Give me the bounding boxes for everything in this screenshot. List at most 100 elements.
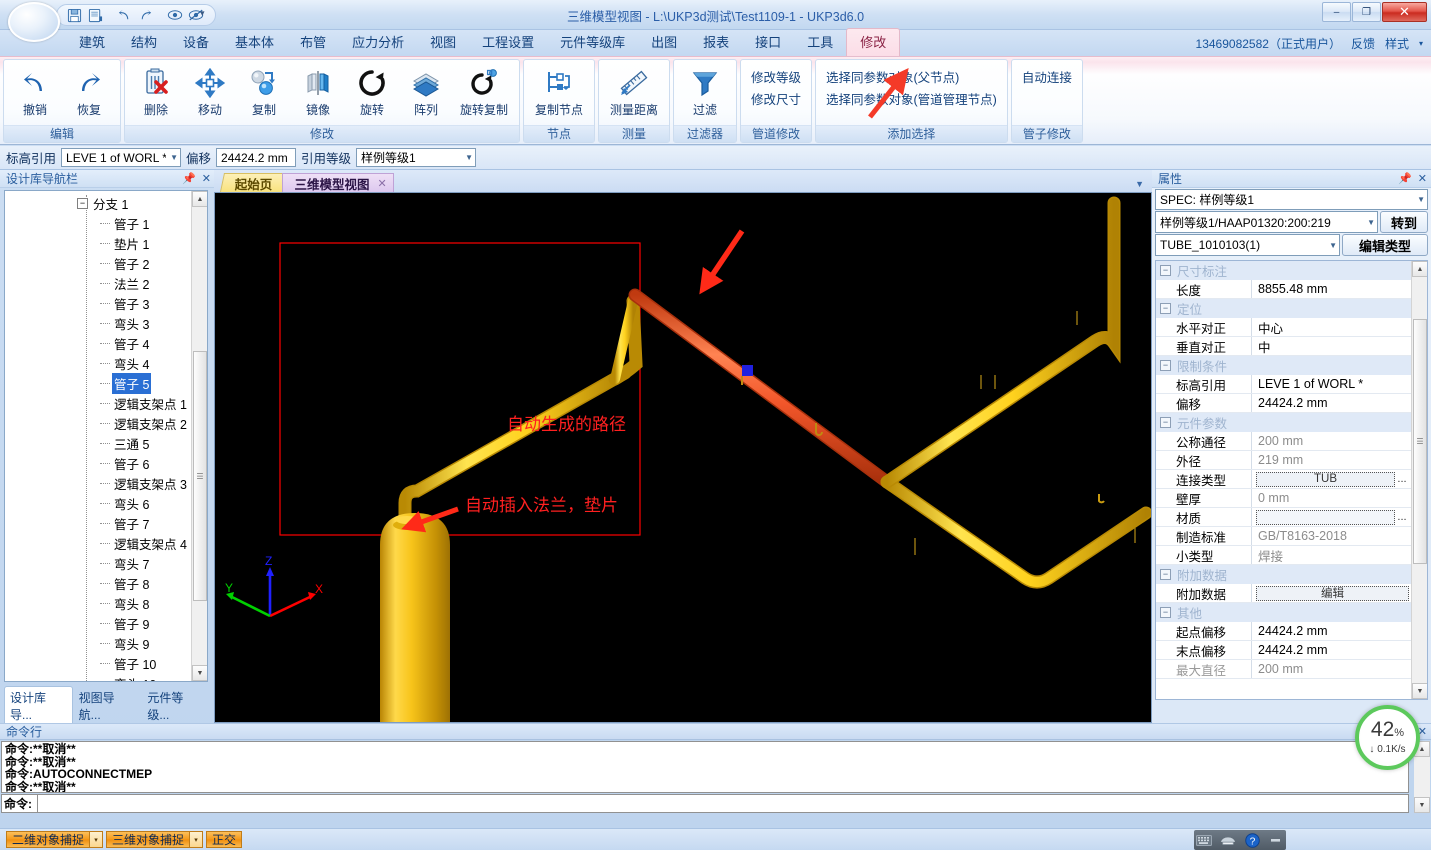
chevron-down-icon[interactable]: ▾ bbox=[190, 831, 204, 848]
scroll-down-arrow-icon[interactable]: ▼ bbox=[1412, 683, 1427, 699]
scroll-thumb[interactable]: ☰ bbox=[1413, 319, 1427, 564]
help-icon[interactable]: ? bbox=[1244, 832, 1260, 848]
tree-node-item[interactable]: 弯头 8 bbox=[5, 593, 193, 613]
ribbon-command-选择同参数对象(父节点)[interactable]: 选择同参数对象(父节点) bbox=[826, 67, 997, 86]
scroll-down-arrow-icon[interactable]: ▼ bbox=[1414, 797, 1430, 813]
edit-type-button[interactable]: 编辑类型 bbox=[1342, 234, 1428, 256]
menu-tab-13[interactable]: 修改 bbox=[846, 28, 901, 56]
property-group-附加数据[interactable]: − 附加数据 bbox=[1156, 565, 1411, 584]
group-expander-icon[interactable]: − bbox=[1160, 303, 1171, 314]
tree-node-item[interactable]: 逻辑支架点 4 bbox=[5, 533, 193, 553]
menu-tab-9[interactable]: 出图 bbox=[638, 28, 690, 56]
property-value[interactable]: 200 mm bbox=[1252, 660, 1411, 678]
tree-node-item[interactable]: 弯头 3 bbox=[5, 313, 193, 333]
ribbon-button-恢复[interactable]: 恢复 bbox=[62, 63, 116, 118]
qat-customize-caret[interactable]: ▾ bbox=[200, 8, 205, 19]
chevron-down-icon[interactable]: ▼ bbox=[1135, 179, 1144, 189]
tree-node-item[interactable]: 法兰 2 bbox=[5, 273, 193, 293]
menu-tab-4[interactable]: 布管 bbox=[287, 28, 339, 56]
save-as-icon[interactable] bbox=[86, 6, 105, 25]
level-ref-combo[interactable]: LEVE 1 of WORL * ▼ bbox=[61, 148, 182, 167]
save-icon[interactable] bbox=[65, 6, 84, 25]
property-value[interactable]: 0 mm bbox=[1252, 489, 1411, 507]
property-value[interactable]: GB/T8163-2018 bbox=[1252, 527, 1411, 545]
left-panel-tab-2[interactable]: 元件等级... bbox=[141, 686, 210, 726]
property-value[interactable]: 219 mm bbox=[1252, 451, 1411, 469]
property-value[interactable]: 24424.2 mm bbox=[1252, 622, 1411, 640]
minimize-tray-icon[interactable] bbox=[1268, 833, 1284, 847]
app-menu-orb-button[interactable] bbox=[8, 2, 60, 42]
property-value[interactable]: 24424.2 mm bbox=[1252, 394, 1411, 412]
status-toggle-三维对象捕捉[interactable]: 三维对象捕捉 bbox=[106, 831, 191, 848]
menu-tab-7[interactable]: 工程设置 bbox=[469, 28, 547, 56]
property-group-尺寸标注[interactable]: − 尺寸标注 bbox=[1156, 261, 1411, 280]
group-expander-icon[interactable]: − bbox=[1160, 607, 1171, 618]
menu-tab-5[interactable]: 应力分析 bbox=[339, 28, 417, 56]
spec-combo[interactable]: SPEC: 样例等级1 ▼ bbox=[1155, 189, 1428, 210]
menu-tab-0[interactable]: 建筑 bbox=[66, 28, 118, 56]
ribbon-command-修改尺寸[interactable]: 修改尺寸 bbox=[751, 89, 801, 108]
style-menu[interactable]: 样式 bbox=[1385, 35, 1409, 52]
tree-node-item[interactable]: 管子 10 bbox=[5, 653, 193, 673]
ribbon-command-选择同参数对象(管道管理节点)[interactable]: 选择同参数对象(管道管理节点) bbox=[826, 89, 997, 108]
close-icon[interactable]: ✕ bbox=[202, 172, 211, 185]
scroll-down-arrow-icon[interactable]: ▼ bbox=[192, 665, 207, 681]
ribbon-command-修改等级[interactable]: 修改等级 bbox=[751, 67, 801, 86]
tree-node-item[interactable]: 逻辑支架点 3 bbox=[5, 473, 193, 493]
restore-button[interactable]: ❐ bbox=[1352, 2, 1381, 22]
property-value[interactable]: 焊接 bbox=[1252, 546, 1411, 564]
offset-input[interactable]: 24424.2 mm bbox=[216, 148, 297, 167]
tree-node-item[interactable]: 逻辑支架点 2 bbox=[5, 413, 193, 433]
ime-icon[interactable] bbox=[1220, 833, 1236, 847]
ribbon-command-自动连接[interactable]: 自动连接 bbox=[1022, 67, 1072, 86]
tree-node-item[interactable]: 管子 5 bbox=[5, 372, 193, 394]
undo-icon[interactable] bbox=[115, 6, 134, 25]
command-input[interactable] bbox=[37, 794, 1409, 813]
status-toggle-二维对象捕捉[interactable]: 二维对象捕捉 bbox=[6, 831, 91, 848]
close-button[interactable]: ✕ bbox=[1382, 2, 1427, 22]
tree-node-item[interactable]: 管子 8 bbox=[5, 573, 193, 593]
tree-expander-icon[interactable]: − bbox=[77, 197, 88, 209]
feedback-link[interactable]: 反馈 bbox=[1351, 35, 1375, 52]
group-expander-icon[interactable]: − bbox=[1160, 360, 1171, 371]
document-tab-start-page[interactable]: 起始页 bbox=[219, 173, 290, 192]
tree-node-item[interactable]: 逻辑支架点 1 bbox=[5, 393, 193, 413]
ribbon-button-测量距离[interactable]: 测量距离 bbox=[603, 63, 665, 118]
group-expander-icon[interactable]: − bbox=[1160, 569, 1171, 580]
component-combo[interactable]: 样例等级1/HAAP01320:200:219 ▼ bbox=[1155, 211, 1378, 233]
menu-tab-11[interactable]: 接口 bbox=[742, 28, 794, 56]
property-value[interactable]: 24424.2 mm bbox=[1252, 641, 1411, 659]
ribbon-button-阵列[interactable]: 阵列 bbox=[399, 63, 453, 118]
ribbon-button-旋转复制[interactable]: 旋转复制 bbox=[453, 63, 515, 118]
menu-tab-3[interactable]: 基本体 bbox=[222, 28, 287, 56]
tree-node-item[interactable]: 管子 4 bbox=[5, 333, 193, 353]
chevron-down-icon[interactable]: ▾ bbox=[1419, 39, 1423, 48]
tree-node-item[interactable]: 弯头 4 bbox=[5, 353, 193, 373]
3d-viewport[interactable]: 自动生成的路径 自动插入法兰，垫片 Z X Y bbox=[214, 192, 1152, 723]
tree-node-item[interactable]: 管子 3 bbox=[5, 293, 193, 313]
tree-node-item[interactable]: 垫片 1 bbox=[5, 233, 193, 253]
ribbon-button-旋转[interactable]: 旋转 bbox=[345, 63, 399, 118]
property-value[interactable]: 中 bbox=[1252, 337, 1411, 355]
tree-node-item[interactable]: 管子 1 bbox=[5, 213, 193, 233]
keyboard-icon[interactable] bbox=[1196, 833, 1212, 847]
redo-icon[interactable] bbox=[136, 6, 155, 25]
tree-node-item[interactable]: 管子 9 bbox=[5, 613, 193, 633]
goto-button[interactable]: 转到 bbox=[1380, 211, 1428, 233]
tree-node-item[interactable]: 管子 7 bbox=[5, 513, 193, 533]
property-group-其他[interactable]: − 其他 bbox=[1156, 603, 1411, 622]
ribbon-button-过滤[interactable]: 过滤 bbox=[678, 63, 732, 118]
property-value[interactable]: 8855.48 mm bbox=[1252, 280, 1411, 298]
tree-node-item[interactable]: 管子 2 bbox=[5, 253, 193, 273]
status-toggle-正交[interactable]: 正交 bbox=[206, 831, 243, 848]
visible-icon[interactable] bbox=[165, 6, 184, 25]
ribbon-button-删除[interactable]: 删除 bbox=[129, 63, 183, 118]
chevron-down-icon[interactable]: ▾ bbox=[90, 831, 104, 848]
command-history[interactable]: 命令:**取消** 命令:**取消** 命令:AUTOCONNECTMEP 命令:**… bbox=[1, 741, 1409, 793]
menu-tab-12[interactable]: 工具 bbox=[794, 28, 846, 56]
ribbon-button-复制节点[interactable]: 复制节点 bbox=[528, 63, 590, 118]
property-value-field[interactable]: TUB bbox=[1256, 471, 1395, 487]
property-grid-scrollbar[interactable]: ▲ ☰ ▼ bbox=[1411, 261, 1427, 699]
property-grid[interactable]: − 尺寸标注 长度 8855.48 mm − 定位 水平对正 中心 垂直对正中 − 限制条件 标高引用… bbox=[1155, 260, 1428, 700]
ribbon-button-撤销[interactable]: 撤销 bbox=[8, 63, 62, 118]
